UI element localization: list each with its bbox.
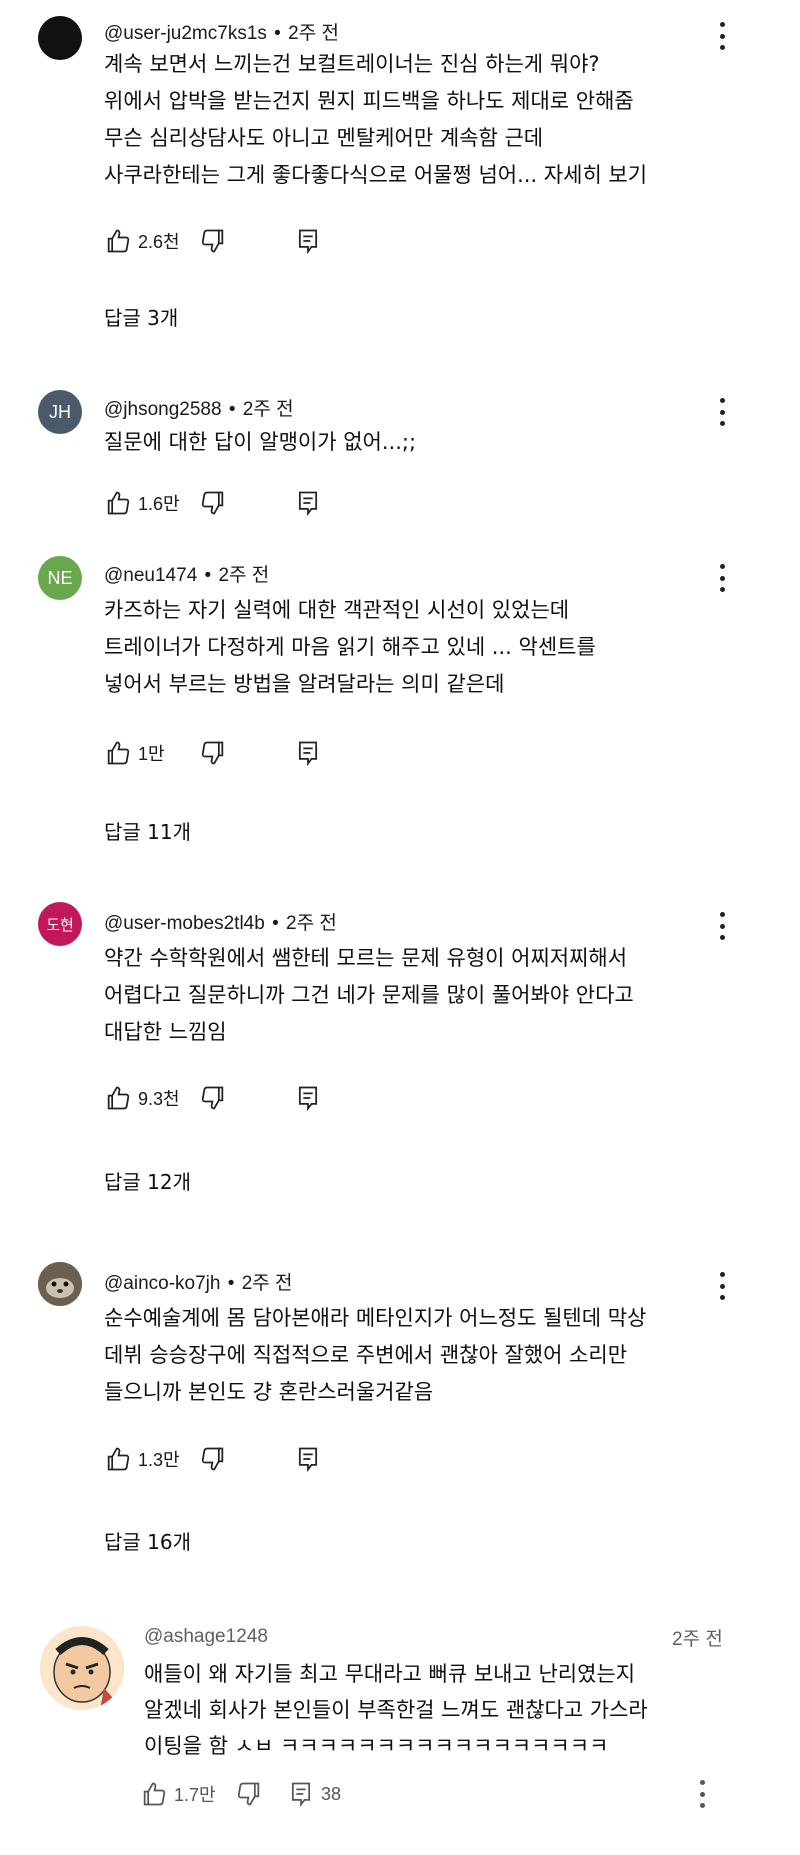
like-button[interactable]: 1만 [104, 739, 199, 767]
thumbs-down-icon [201, 1447, 224, 1471]
more-options-icon[interactable] [712, 398, 732, 426]
dislike-button[interactable] [199, 1445, 294, 1473]
comment-actions: 1만 [104, 737, 334, 769]
thumbs-up-icon [107, 1086, 130, 1110]
view-replies-button[interactable]: 답글 12개 [104, 1166, 191, 1195]
reply-button[interactable] [294, 227, 334, 255]
comment-time: 2주 전 [242, 399, 294, 420]
thumbs-up-icon [107, 741, 130, 765]
dislike-button[interactable] [199, 739, 294, 767]
comment-text: 계속 보면서 느끼는건 보컬트레이너는 진심 하는게 뭐야? 위에서 압박을 받… [104, 52, 648, 187]
dislike-button[interactable] [199, 489, 294, 517]
avatar[interactable]: 도현 [38, 902, 82, 946]
thumbs-down-icon [201, 491, 224, 515]
comment-icon [298, 1447, 318, 1473]
author-name[interactable]: @user-mobes2tl4b [104, 913, 265, 934]
like-count: 1만 [138, 744, 165, 764]
comment-text: 카즈하는 자기 실력에 대한 객관적인 시선이 있었는데 트레이너가 다정하게 … [104, 598, 596, 696]
comment-text: 질문에 대한 답이 알맹이가 없어...;; [104, 430, 417, 454]
comment-icon [291, 1782, 311, 1808]
thumbs-up-icon [143, 1782, 166, 1806]
animal-photo-icon [38, 1262, 82, 1306]
comment-header: @jhsong2588 • 2주 전 [104, 399, 294, 420]
author-name[interactable]: @jhsong2588 [104, 399, 222, 420]
thumbs-up-icon [107, 491, 130, 515]
comment-actions: 1.6만 [104, 487, 334, 519]
comment-icon [298, 491, 318, 517]
avatar[interactable]: NE [38, 556, 82, 600]
dislike-button[interactable] [199, 227, 294, 255]
comment-actions: 9.3천 [104, 1082, 334, 1114]
comment-icon [298, 741, 318, 767]
view-replies-button[interactable]: 답글 16개 [104, 1526, 191, 1555]
comment-time: 2주 전 [241, 1273, 293, 1294]
view-replies-button[interactable]: 답글 3개 [104, 302, 178, 331]
comment-time: 2주 전 [218, 565, 270, 586]
comment-time: 2주 전 [672, 1629, 723, 1650]
comment-text: 약간 수학학원에서 쌤한테 모르는 문제 유형이 어찌저찌해서 어렵다고 질문하… [104, 946, 634, 1044]
dislike-button[interactable] [235, 1780, 287, 1808]
reply-button[interactable] [294, 739, 334, 767]
comment-text: 순수예술계에 몸 담아본애라 메타인지가 어느정도 될텐데 막상 데뷔 승승장구… [104, 1306, 647, 1404]
more-options-icon[interactable] [712, 564, 732, 592]
comment-header: @ainco-ko7jh • 2주 전 [104, 1273, 293, 1294]
author-name[interactable]: @user-ju2mc7ks1s [104, 23, 267, 44]
more-options-icon[interactable] [712, 912, 732, 940]
comment-icon [298, 229, 318, 255]
like-count: 9.3천 [138, 1089, 180, 1109]
thumbs-down-icon [201, 741, 224, 765]
thumbs-down-icon [237, 1782, 260, 1806]
more-options-icon[interactable] [712, 1272, 732, 1300]
reply-button[interactable] [294, 489, 334, 517]
comment-icon [298, 1086, 318, 1112]
thumbs-up-icon [107, 1447, 130, 1471]
comment-actions: 1.3만 [104, 1443, 334, 1475]
cartoon-face-icon [40, 1626, 124, 1710]
author-name[interactable]: @ainco-ko7jh [104, 1273, 220, 1294]
like-button[interactable]: 1.7만 [140, 1780, 235, 1808]
thumbs-up-icon [107, 229, 130, 253]
dislike-button[interactable] [199, 1084, 294, 1112]
reply-button[interactable] [294, 1084, 334, 1112]
comment-time: 2주 전 [288, 23, 339, 44]
like-button[interactable]: 9.3천 [104, 1084, 199, 1112]
comment-header: @user-mobes2tl4b • 2주 전 [104, 913, 337, 934]
reply-count: 38 [321, 1783, 342, 1804]
view-replies-button[interactable]: 답글 11개 [104, 816, 191, 845]
comment-actions: 2.6천 [104, 225, 334, 257]
like-count: 1.6만 [138, 494, 180, 514]
like-count: 1.3만 [138, 1450, 180, 1470]
avatar[interactable]: JH [38, 390, 82, 434]
reply-button[interactable]: 38 [287, 1780, 341, 1808]
comment-time: 2주 전 [286, 913, 337, 934]
comment-header: @neu1474 • 2주 전 [104, 565, 270, 586]
reply-button[interactable] [294, 1445, 334, 1473]
comment-text: 애들이 왜 자기들 최고 무대라고 뻐큐 보내고 난리였는지 알겠네 회사가 본… [144, 1662, 648, 1758]
comment-header: @user-ju2mc7ks1s • 2주 전 [104, 23, 339, 44]
avatar[interactable] [38, 16, 82, 60]
more-options-icon[interactable] [692, 1780, 712, 1808]
author-name[interactable]: @neu1474 [104, 565, 197, 586]
thumbs-down-icon [201, 1086, 224, 1110]
author-name[interactable]: @ashage1248 [144, 1626, 268, 1648]
avatar[interactable] [38, 1262, 82, 1306]
avatar[interactable] [40, 1626, 124, 1710]
like-count: 1.7만 [174, 1785, 216, 1805]
thumbs-down-icon [201, 229, 224, 253]
like-button[interactable]: 2.6천 [104, 227, 199, 255]
like-count: 2.6천 [138, 232, 180, 252]
like-button[interactable]: 1.6만 [104, 489, 199, 517]
like-button[interactable]: 1.3만 [104, 1445, 199, 1473]
comment-actions: 1.7만 38 [140, 1778, 341, 1810]
